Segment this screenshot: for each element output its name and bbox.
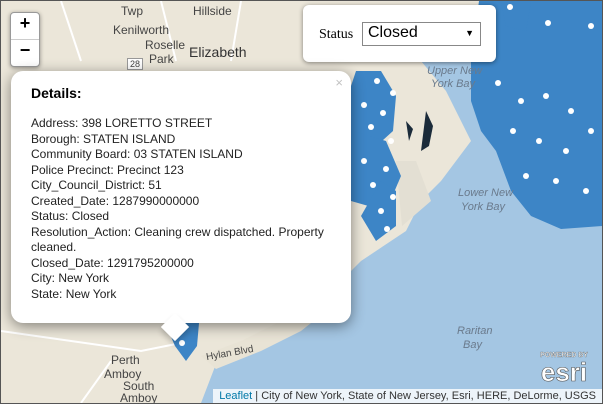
chevron-down-icon: ▼ [465,28,474,38]
zoom-in-button[interactable]: + [11,13,39,40]
esri-logo: POWERED BY esri [540,352,588,385]
svg-text:esri: esri [541,357,587,385]
map-label-perth: Perth [111,353,140,367]
map-label-bay: Bay [463,339,482,351]
map-label-south-amboy: Amboy [120,391,158,404]
attribution-text: | City of New York, State of New Jersey,… [252,390,596,402]
status-select[interactable]: Closed ▼ [362,22,481,46]
attribution: Leaflet | City of New York, State of New… [213,389,602,403]
detail-status: Status: Closed [31,209,110,223]
map-label-upper-bay: Upper New [427,65,483,77]
map-label-twp: Twp [121,4,144,18]
status-label: Status [319,27,354,42]
map-label-raritan: Raritan [457,325,493,337]
status-filter-panel: Status Closed ▼ [303,5,496,62]
detail-created-date: Created_Date: 1287990000000 [31,193,200,208]
map-label-hillside: Hillside [193,4,232,18]
detail-community-board: Community Board: 03 STATEN ISLAND [31,147,243,161]
route-shield: 28 [127,58,144,70]
leaflet-link[interactable]: Leaflet [219,390,252,402]
map-label-kenilworth: Kenilworth [113,23,170,37]
detail-city: City: New York [31,271,110,285]
popup-title: Details: [31,85,82,101]
map-label-elizabeth: Elizabeth [189,44,247,60]
detail-address: Address: 398 LORETTO STREET [31,116,213,130]
map-label-lower-bay-2: York Bay [461,201,506,213]
zoom-out-button[interactable]: − [11,40,39,66]
detail-resolution: Resolution_Action: Cleaning crew dispatc… [31,224,324,255]
map-label-lower-bay: Lower New [458,187,514,199]
detail-council-district: City_Council_District: 51 [31,178,162,192]
map-label-roselle: Roselle [145,38,186,52]
map-label-upper-bay-2: York Bay [431,78,476,90]
detail-state: State: New York [31,286,117,301]
zoom-control: + − [10,12,40,67]
map-label-park: Park [149,52,174,66]
detail-closed-date: Closed_Date: 1291795200000 [31,255,194,270]
map[interactable]: Twp Hillside Kenilworth Roselle Park Eli… [0,0,603,404]
detail-police-precinct: Police Precinct: Precinct 123 [31,162,184,177]
popup-content: Details: Address: 398 LORETTO STREET Bor… [31,85,339,302]
status-select-value: Closed [368,24,418,41]
details-popup: × Details: Address: 398 LORETTO STREET B… [11,71,351,342]
detail-borough: Borough: STATEN ISLAND [31,131,176,146]
